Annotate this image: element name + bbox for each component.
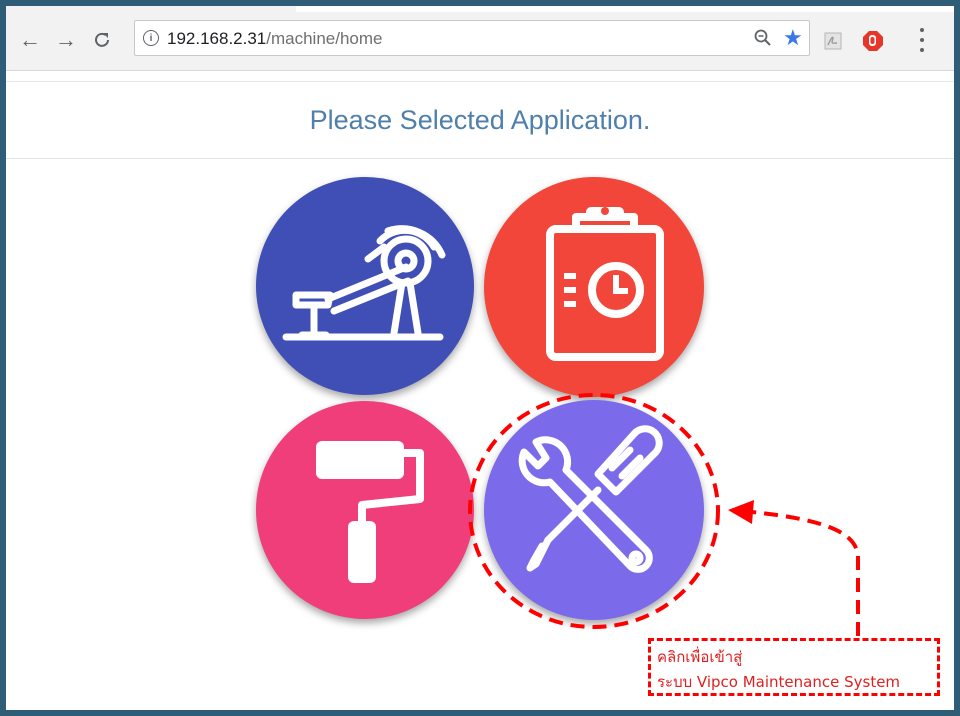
annotation-callout: คลิกเพื่อเข้าสู่ ระบบ Vipco Maintenance … (648, 638, 940, 696)
annotation-line-1: คลิกเพื่อเข้าสู่ (657, 648, 743, 666)
annotation-line-2: ระบบ Vipco Maintenance System (657, 673, 901, 691)
annotation-overlay (468, 393, 860, 636)
